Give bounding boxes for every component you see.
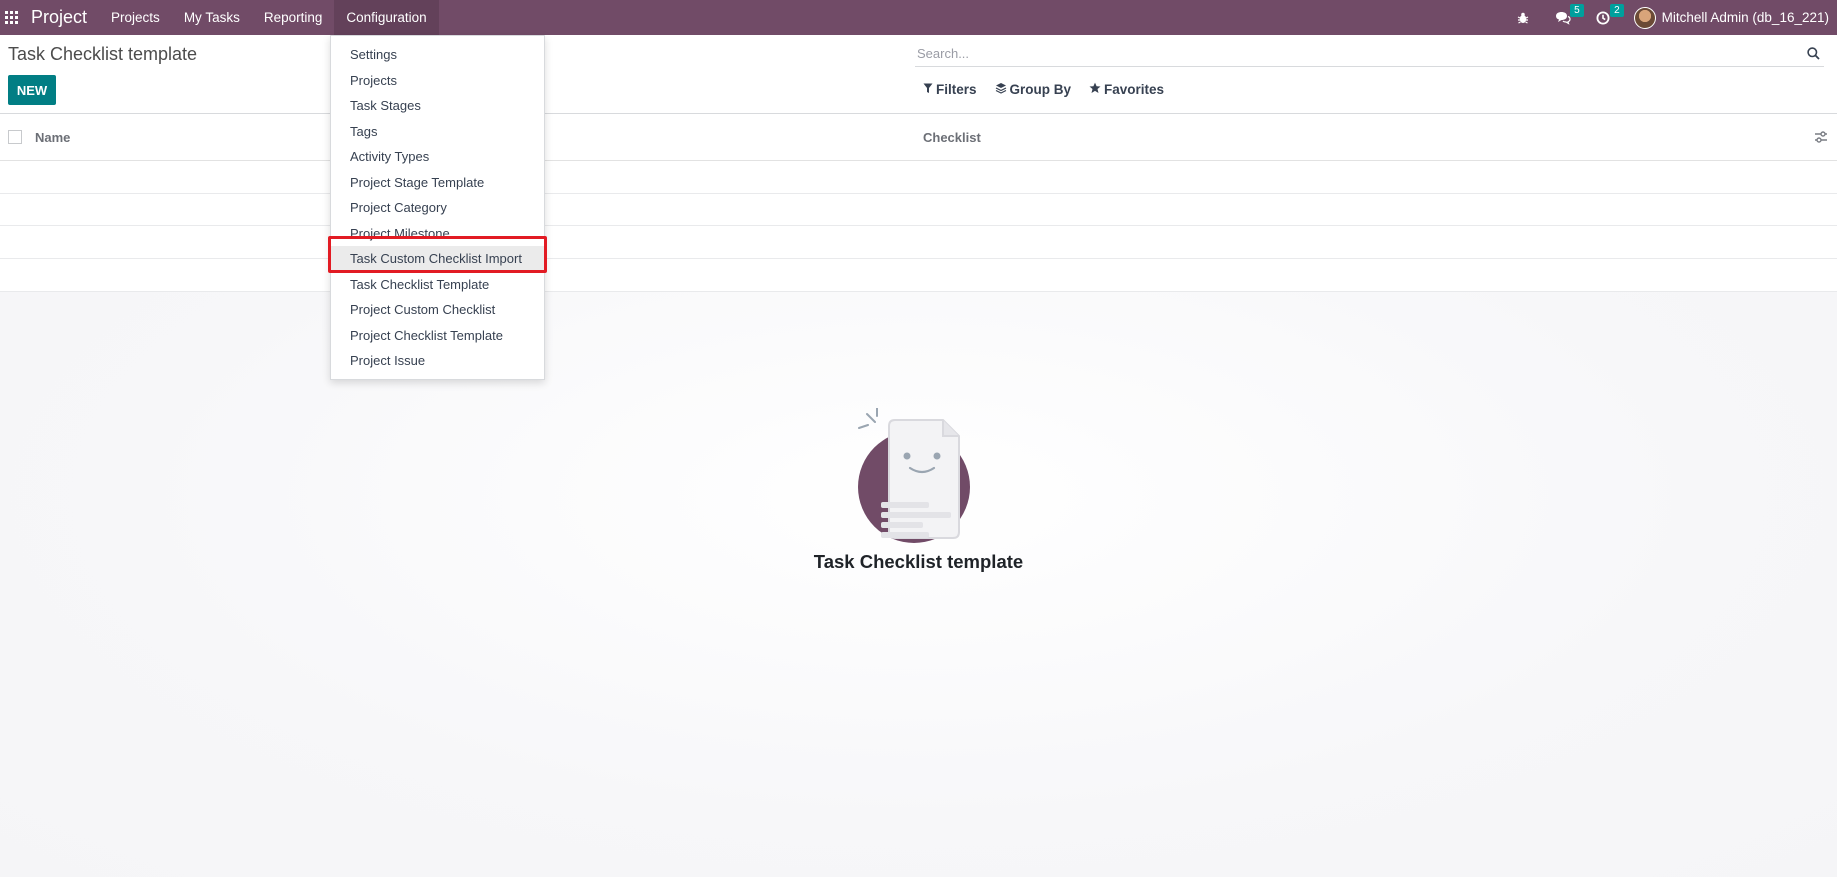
search-icon[interactable] — [1802, 43, 1824, 65]
list-header: Name Checklist — [0, 114, 1837, 161]
systray: 5 2 Mitchell Admin (db_16_221) — [1508, 0, 1837, 35]
search-options: Filters Group By Favorites — [923, 82, 1182, 97]
config-item-task-custom-checklist-import[interactable]: Task Custom Checklist Import — [331, 246, 544, 270]
group-by-label: Group By — [1009, 82, 1072, 97]
filters-toggle[interactable]: Filters — [923, 82, 977, 97]
config-item-tags[interactable]: Tags — [331, 119, 544, 143]
search-bar — [915, 41, 1824, 67]
search-input[interactable] — [915, 46, 1802, 61]
config-item-task-checklist-template[interactable]: Task Checklist Template — [331, 272, 544, 296]
empty-list-row — [0, 193, 1837, 194]
config-item-project-category[interactable]: Project Category — [331, 195, 544, 219]
config-item-project-stage-template[interactable]: Project Stage Template — [331, 170, 544, 194]
star-icon — [1089, 82, 1101, 97]
filter-icon — [923, 83, 933, 97]
config-item-project-checklist-template[interactable]: Project Checklist Template — [331, 323, 544, 347]
menu-projects[interactable]: Projects — [99, 0, 172, 35]
new-button[interactable]: NEW — [8, 75, 56, 105]
empty-list-row — [0, 258, 1837, 259]
apps-grid-icon[interactable] — [1, 0, 21, 35]
chat-icon[interactable]: 5 — [1548, 0, 1584, 35]
column-header-checklist[interactable]: Checklist — [923, 130, 981, 145]
top-navbar: Project Projects My Tasks Reporting Conf… — [0, 0, 1837, 35]
user-name: Mitchell Admin (db_16_221) — [1661, 10, 1829, 25]
optional-columns-icon[interactable] — [1813, 129, 1829, 145]
page-title: Task Checklist template — [8, 44, 198, 64]
config-item-settings[interactable]: Settings — [331, 42, 544, 66]
empty-state-title: Task Checklist template — [813, 551, 1024, 572]
select-all-checkbox[interactable] — [8, 130, 22, 144]
empty-document-illustration — [855, 407, 975, 548]
favorites-label: Favorites — [1104, 82, 1165, 97]
column-header-name[interactable]: Name — [35, 130, 70, 145]
configuration-dropdown: Settings Projects Task Stages Tags Activ… — [330, 35, 545, 380]
bug-icon[interactable] — [1508, 0, 1538, 35]
group-by-toggle[interactable]: Group By — [995, 82, 1072, 97]
menu-reporting[interactable]: Reporting — [252, 0, 335, 35]
config-item-project-issue[interactable]: Project Issue — [331, 348, 544, 372]
config-item-project-milestone[interactable]: Project Milestone — [331, 221, 544, 245]
user-menu[interactable]: Mitchell Admin (db_16_221) — [1633, 6, 1829, 29]
empty-list-row — [0, 225, 1837, 226]
config-item-projects[interactable]: Projects — [331, 68, 544, 92]
config-item-activity-types[interactable]: Activity Types — [331, 144, 544, 168]
clock-activity-icon[interactable]: 2 — [1588, 0, 1624, 35]
avatar — [1633, 6, 1656, 29]
config-item-project-custom-checklist[interactable]: Project Custom Checklist — [331, 297, 544, 321]
favorites-toggle[interactable]: Favorites — [1089, 82, 1164, 97]
messages-count-badge: 5 — [1570, 4, 1584, 17]
menu-configuration[interactable]: Configuration — [334, 0, 439, 35]
config-item-task-stages[interactable]: Task Stages — [331, 93, 544, 117]
empty-state-area — [0, 292, 1837, 877]
activities-count-badge: 2 — [1610, 4, 1624, 17]
app-brand[interactable]: Project — [31, 7, 87, 28]
menu-my-tasks[interactable]: My Tasks — [172, 0, 252, 35]
filters-label: Filters — [936, 82, 977, 97]
layers-icon — [995, 82, 1007, 97]
